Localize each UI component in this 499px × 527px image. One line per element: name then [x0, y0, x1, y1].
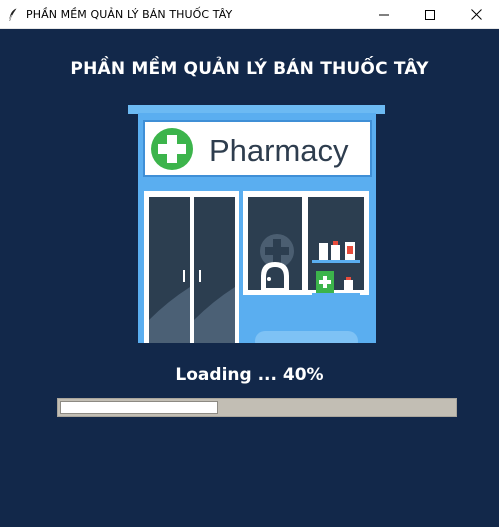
sign-text: Pharmacy [209, 133, 349, 168]
window-title: PHẦN MỀM QUẢN LÝ BÁN THUỐC TÂY [26, 7, 233, 21]
splash-content: PHẦN MỀM QUẢN LÝ BÁN THUỐC TÂY Pharmacy [0, 29, 499, 527]
progress-fill [60, 401, 218, 414]
minimize-icon [379, 5, 389, 24]
pharmacy-illustration: Pharmacy [128, 105, 386, 351]
maximize-button[interactable] [407, 0, 453, 28]
loading-text: Loading ... 40% [175, 365, 324, 385]
feather-icon [6, 7, 20, 21]
maximize-icon [425, 5, 435, 24]
minimize-button[interactable] [361, 0, 407, 28]
green-cross-icon [151, 128, 193, 170]
door-handle-left [183, 270, 185, 282]
title-bar[interactable]: PHẦN MỀM QUẢN LÝ BÁN THUỐC TÂY [0, 0, 499, 29]
progress-bar [57, 398, 457, 417]
shelf-bottom [312, 293, 360, 296]
app-heading: PHẦN MỀM QUẢN LÝ BÁN THUỐC TÂY [70, 59, 429, 79]
roof [128, 105, 385, 114]
shelf-top [312, 260, 360, 263]
counter-bar [255, 331, 358, 351]
app-window: PHẦN MỀM QUẢN LÝ BÁN THUỐC TÂY PHẦN MỀM … [0, 0, 499, 527]
door-handle-right [199, 270, 201, 282]
medicine-bottles-icon [319, 241, 355, 260]
close-button[interactable] [453, 0, 499, 28]
close-icon [470, 5, 482, 24]
bell-icon [261, 262, 289, 290]
